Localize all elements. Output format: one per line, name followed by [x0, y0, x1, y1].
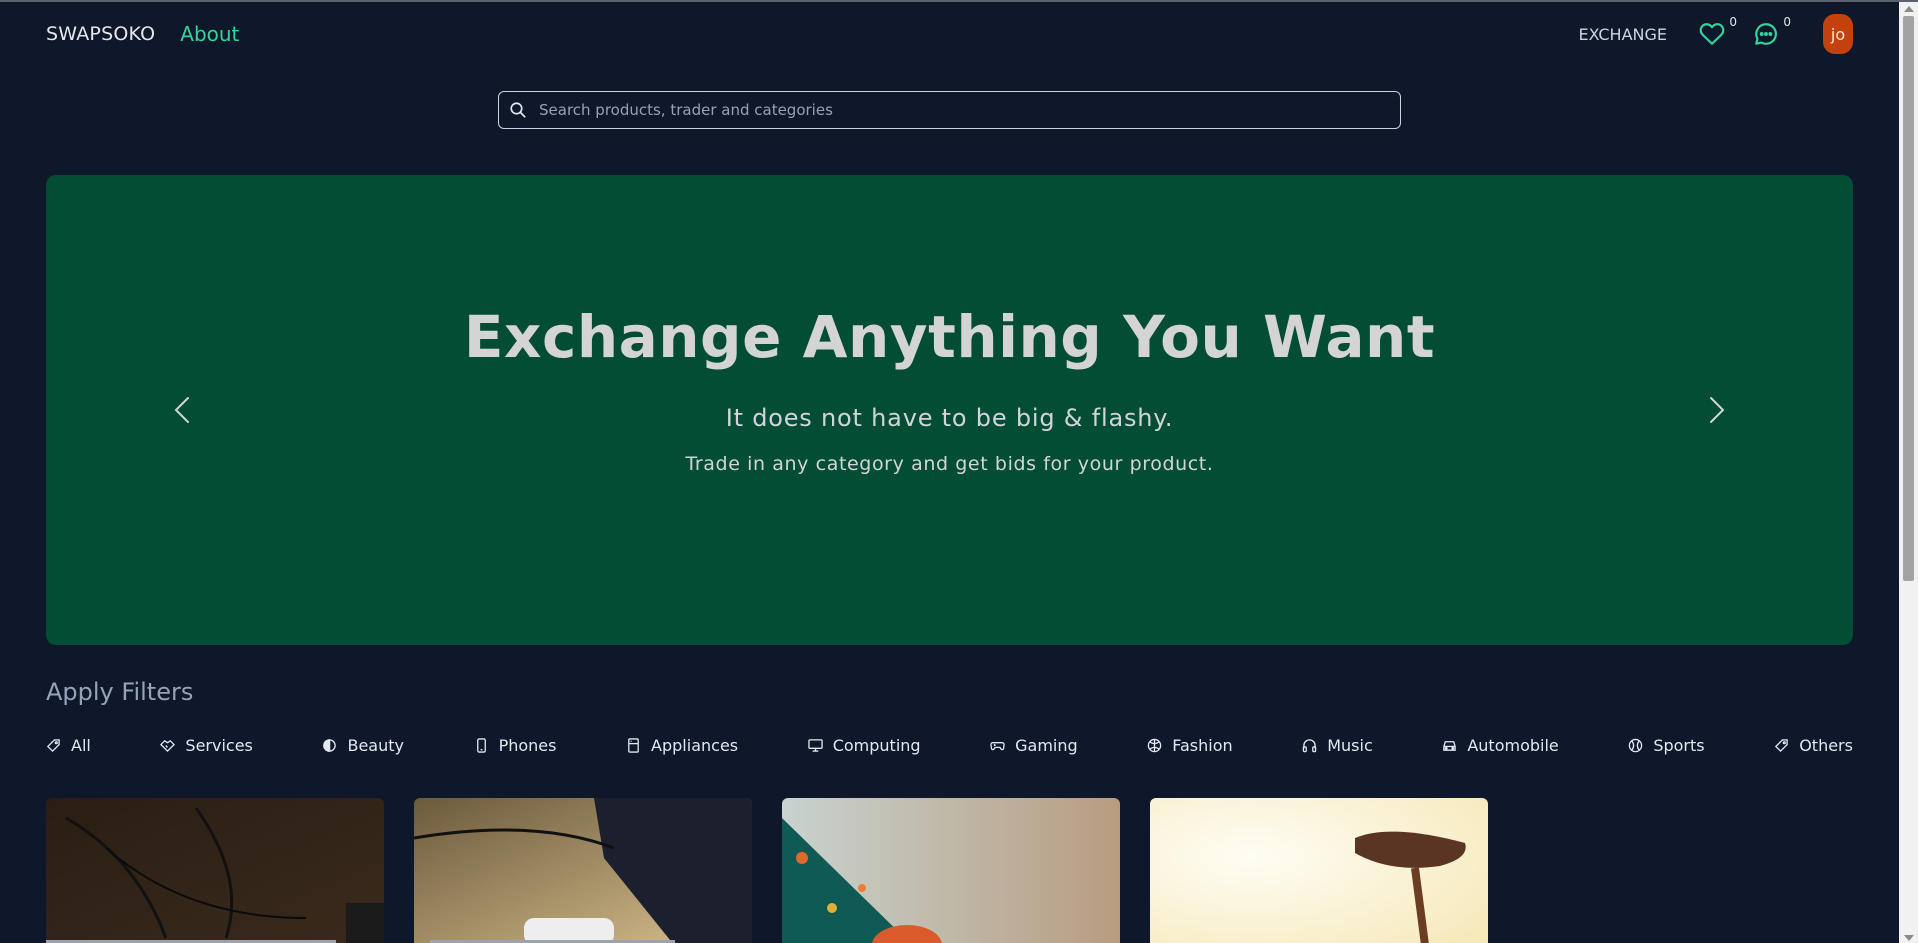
chat-icon	[1755, 23, 1777, 45]
product-card[interactable]	[46, 798, 384, 943]
about-link[interactable]: About	[180, 22, 239, 46]
filter-label: Music	[1327, 735, 1373, 755]
scrollbar-thumb[interactable]	[1903, 16, 1914, 581]
filter-label: Beauty	[347, 735, 404, 755]
filter-phones[interactable]: Phones	[474, 735, 557, 755]
hero-tagline: Trade in any category and get bids for y…	[685, 453, 1214, 475]
scroll-down-icon[interactable]	[1904, 935, 1914, 941]
filter-all[interactable]: All	[46, 736, 91, 755]
car-icon	[1443, 740, 1457, 751]
filter-gaming[interactable]: Gaming	[990, 736, 1078, 755]
filter-services[interactable]: Services	[160, 735, 253, 755]
navbar: SWAPSOKO About EXCHANGE 0 0 jo	[0, 2, 1899, 66]
beauty-icon	[323, 738, 337, 752]
favorites-button[interactable]: 0	[1699, 15, 1737, 47]
hero-title: Exchange Anything You Want	[463, 303, 1436, 371]
product-image	[782, 798, 1120, 943]
filter-label: Computing	[832, 735, 921, 755]
tag-icon	[1775, 738, 1788, 752]
product-card[interactable]	[782, 798, 1120, 943]
chevron-right-icon	[1710, 397, 1725, 423]
hero-subtitle: It does not have to be big & flashy.	[725, 404, 1174, 432]
filter-label: Appliances	[651, 735, 739, 755]
filter-fashion[interactable]: Fashion	[1147, 735, 1233, 755]
page-scrollbar[interactable]	[1899, 2, 1918, 943]
appliance-icon	[628, 737, 639, 753]
avatar[interactable]: jo	[1823, 14, 1853, 54]
search-icon	[510, 102, 526, 118]
filter-computing[interactable]: Computing	[807, 735, 921, 755]
search-bar	[498, 91, 1401, 129]
tag-icon	[46, 738, 60, 752]
exchange-link[interactable]: EXCHANGE	[1578, 25, 1667, 44]
messages-count: 0	[1783, 15, 1791, 29]
filter-label: Others	[1799, 735, 1853, 755]
heart-icon	[1699, 23, 1725, 45]
filter-others[interactable]: Others	[1774, 736, 1853, 755]
shirt-icon	[1148, 738, 1162, 752]
filter-automobile[interactable]: Automobile	[1442, 735, 1559, 755]
filter-label: Fashion	[1172, 735, 1233, 755]
filter-label: Gaming	[1015, 735, 1078, 755]
product-card[interactable]	[414, 798, 752, 943]
filter-label: Sports	[1653, 735, 1705, 755]
hero-banner: Exchange Anything You Want It does not h…	[46, 175, 1853, 645]
filter-label: All	[71, 735, 91, 755]
product-grid	[46, 798, 1488, 943]
favorites-count: 0	[1729, 15, 1737, 29]
product-image	[1150, 798, 1488, 943]
filter-label: Automobile	[1467, 735, 1559, 755]
phone-icon	[476, 737, 486, 753]
product-image	[46, 798, 384, 943]
monitor-icon	[807, 738, 823, 752]
messages-button[interactable]: 0	[1753, 15, 1791, 47]
filter-label: Services	[185, 735, 253, 755]
brand-logo[interactable]: SWAPSOKO	[46, 23, 155, 45]
filter-music[interactable]: Music	[1302, 736, 1373, 755]
gamepad-icon	[990, 741, 1005, 750]
nav-right: EXCHANGE 0 0 jo	[1578, 14, 1853, 54]
filters-heading: Apply Filters	[46, 678, 194, 706]
filter-beauty[interactable]: Beauty	[322, 736, 404, 755]
carousel-next-button[interactable]	[1704, 394, 1730, 426]
handshake-icon	[160, 739, 176, 752]
filter-label: Phones	[498, 735, 557, 755]
filter-appliances[interactable]: Appliances	[626, 736, 738, 755]
headphones-icon	[1302, 738, 1317, 752]
product-image	[414, 798, 752, 943]
filter-sports[interactable]: Sports	[1628, 735, 1705, 755]
product-card[interactable]	[1150, 798, 1488, 943]
scroll-up-icon[interactable]	[1904, 6, 1914, 12]
ball-icon	[1629, 738, 1643, 752]
filter-bar: All Services Beauty Phones Appliances Co…	[46, 733, 1853, 757]
search-input[interactable]	[539, 101, 1400, 119]
